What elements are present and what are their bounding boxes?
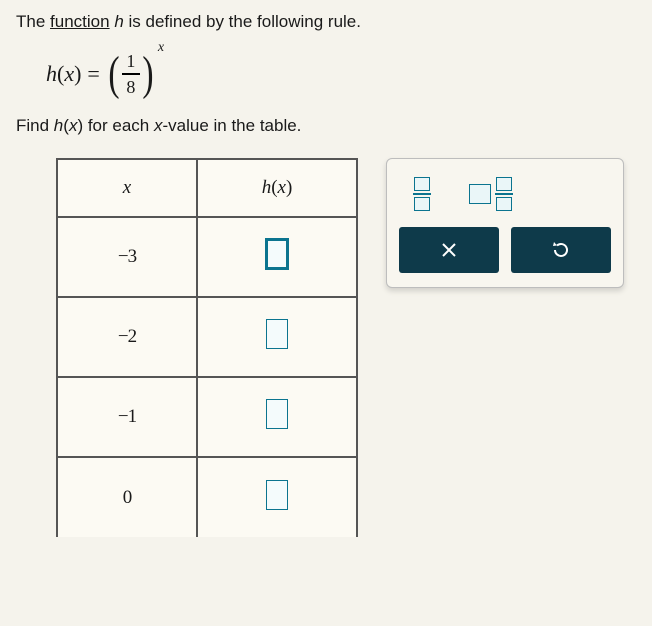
clear-button[interactable] — [399, 227, 499, 273]
function-link[interactable]: function — [50, 12, 110, 31]
formula-frac-den: 8 — [126, 77, 135, 97]
formula-lhs-close: ) — [74, 61, 81, 87]
formula-exponent: x — [158, 40, 164, 56]
instr-mid: for each — [83, 116, 154, 135]
formula-frac-num: 1 — [126, 51, 135, 71]
fraction-bar-icon — [122, 73, 140, 75]
table-cell-x: −1 — [57, 377, 197, 457]
fraction-template-button[interactable] — [409, 173, 435, 215]
formula-paren: ( 1 8 ) x — [106, 50, 164, 98]
fraction-icon — [413, 177, 431, 211]
fraction-icon — [495, 177, 513, 211]
mini-box-icon — [414, 197, 430, 211]
formula-fraction: 1 8 — [122, 51, 140, 97]
instruction-text: Find h(x) for each x-value in the table. — [16, 116, 636, 136]
table-row: 0 — [57, 457, 357, 537]
mixed-fraction-template-button[interactable] — [465, 173, 517, 215]
answer-input[interactable] — [266, 399, 288, 429]
intro-text: The function h is defined by the followi… — [16, 12, 636, 32]
table-cell-x: −2 — [57, 297, 197, 377]
left-paren-icon: ( — [108, 50, 119, 98]
instr-prefix: Find — [16, 116, 54, 135]
header-hx-arg: x — [278, 177, 286, 198]
close-icon — [439, 240, 459, 260]
table-header-row: x h(x) — [57, 159, 357, 217]
mini-box-icon — [469, 184, 491, 204]
mini-bar-icon — [413, 193, 431, 195]
table-header-hx: h(x) — [197, 159, 357, 217]
mini-box-icon — [496, 177, 512, 191]
table-cell-hx — [197, 297, 357, 377]
mini-box-icon — [496, 197, 512, 211]
mini-box-icon — [414, 177, 430, 191]
answer-input[interactable] — [266, 239, 288, 269]
toolbox-row-actions — [399, 227, 611, 273]
table-header-x: x — [57, 159, 197, 217]
header-hx-fn: h — [262, 177, 272, 198]
table-cell-x: −3 — [57, 217, 197, 297]
instr-suffix: -value in the table. — [162, 116, 301, 135]
table-cell-hx — [197, 457, 357, 537]
table-cell-x: 0 — [57, 457, 197, 537]
table-row: −1 — [57, 377, 357, 457]
formula-equals: = — [87, 61, 99, 87]
formula: h ( x ) = ( 1 8 ) x — [46, 50, 636, 98]
intro-prefix: The — [16, 12, 50, 31]
table-cell-hx — [197, 217, 357, 297]
undo-icon — [550, 239, 572, 261]
table-cell-hx — [197, 377, 357, 457]
reset-button[interactable] — [511, 227, 611, 273]
intro-suffix: is defined by the following rule. — [124, 12, 361, 31]
formula-lhs-arg: x — [64, 61, 74, 87]
header-hx-close: ) — [286, 177, 292, 198]
toolbox-panel — [386, 158, 624, 288]
right-paren-icon: ) — [142, 50, 153, 98]
table-row: −2 — [57, 297, 357, 377]
value-table: x h(x) −3−2−10 — [56, 158, 358, 537]
answer-input[interactable] — [266, 480, 288, 510]
answer-input[interactable] — [266, 319, 288, 349]
intro-var: h — [114, 12, 123, 31]
table-row: −3 — [57, 217, 357, 297]
toolbox-row-templates — [399, 169, 611, 227]
mini-bar-icon — [495, 193, 513, 195]
formula-lhs-var: h — [46, 61, 57, 87]
instr-fn: h — [54, 116, 63, 135]
